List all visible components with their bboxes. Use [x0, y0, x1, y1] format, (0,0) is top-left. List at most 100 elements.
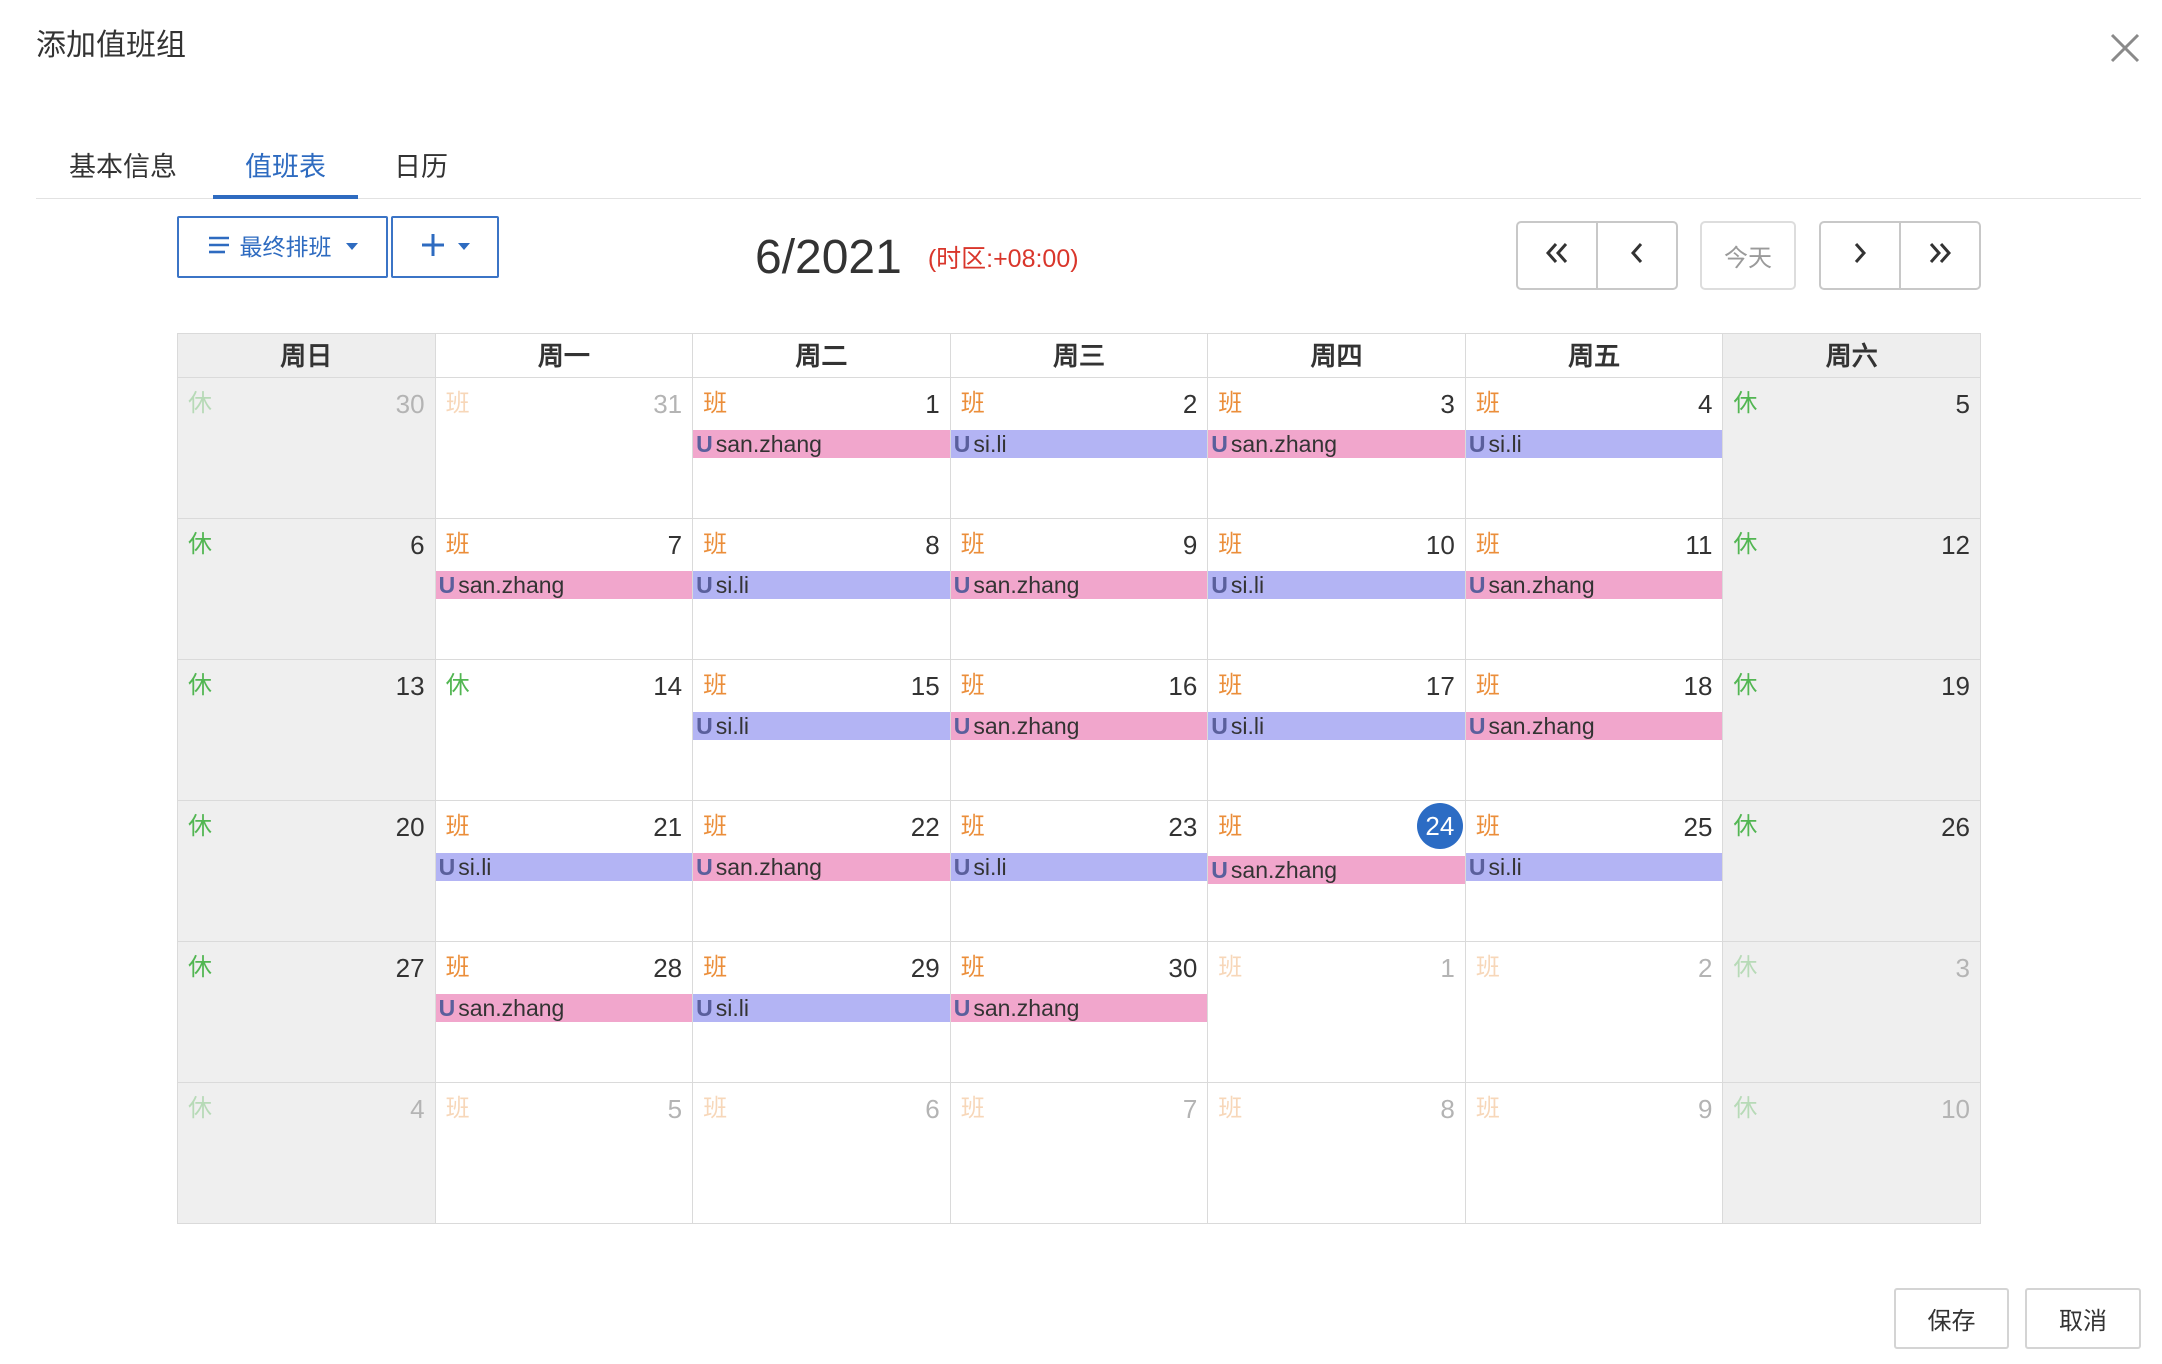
- day-cell[interactable]: 休 10: [1723, 1083, 1981, 1224]
- add-dropdown-button[interactable]: [391, 216, 499, 278]
- shift-event[interactable]: Usan.zhang: [950, 712, 1208, 740]
- day-cell[interactable]: 班 16 Usan.zhang: [950, 660, 1209, 801]
- today-day-number: 24: [1416, 803, 1463, 849]
- shift-event[interactable]: Usan.zhang: [693, 853, 950, 881]
- day-cell[interactable]: 班 29 Usi.li: [693, 942, 951, 1083]
- tab-basic-info[interactable]: 基本信息: [37, 140, 209, 199]
- day-cell[interactable]: 休 19: [1723, 660, 1981, 801]
- day-cell-today[interactable]: 班 24 Usan.zhang: [1208, 801, 1466, 942]
- shift-event[interactable]: Usi.li: [950, 853, 1208, 881]
- user-type-badge: U: [1468, 572, 1486, 598]
- prev-month-button[interactable]: [1596, 223, 1676, 288]
- cancel-button[interactable]: 取消: [2025, 1288, 2141, 1349]
- day-cell[interactable]: 休3: [1723, 942, 1981, 1083]
- day-number: 31: [653, 389, 683, 419]
- day-cell[interactable]: 班 1 Usan.zhang: [693, 378, 951, 519]
- shift-event[interactable]: Usan.zhang: [435, 994, 693, 1022]
- day-cell[interactable]: 班7: [950, 1083, 1209, 1224]
- day-type-tag: 班: [960, 954, 985, 981]
- shift-event[interactable]: Usi.li: [950, 430, 1208, 458]
- day-cell[interactable]: 休5: [1723, 378, 1981, 519]
- day-cell[interactable]: 休 12: [1723, 519, 1981, 660]
- shift-event[interactable]: Usi.li: [1465, 430, 1723, 458]
- day-cell[interactable]: 休 13: [178, 660, 436, 801]
- day-cell[interactable]: 休6: [178, 519, 436, 660]
- day-cell[interactable]: 班5: [435, 1083, 694, 1224]
- day-cell[interactable]: 休 26: [1723, 801, 1981, 942]
- day-cell[interactable]: 班 10 Usi.li: [1208, 519, 1466, 660]
- tab-duty-table[interactable]: 值班表: [213, 140, 358, 199]
- day-cell[interactable]: 休 27: [178, 942, 436, 1083]
- day-number: 16: [1168, 671, 1198, 701]
- shift-event[interactable]: Usi.li: [1208, 571, 1465, 599]
- shift-event[interactable]: Usan.zhang: [1465, 712, 1723, 740]
- day-cell[interactable]: 班 28 Usan.zhang: [435, 942, 694, 1083]
- day-cell[interactable]: 班 21 Usi.li: [435, 801, 694, 942]
- day-cell[interactable]: 班 2 Usi.li: [950, 378, 1209, 519]
- tab-calendar[interactable]: 日历: [362, 140, 480, 199]
- shift-event[interactable]: Usi.li: [693, 994, 950, 1022]
- day-cell[interactable]: 休4: [178, 1083, 436, 1224]
- day-cell[interactable]: 休 14: [435, 660, 694, 801]
- day-cell[interactable]: 班 31: [435, 378, 694, 519]
- day-type-tag: 班: [1218, 813, 1243, 840]
- close-icon[interactable]: [2107, 30, 2143, 66]
- day-cell[interactable]: 班 8 Usi.li: [693, 519, 951, 660]
- day-cell[interactable]: 班 15 Usi.li: [693, 660, 951, 801]
- day-cell[interactable]: 班 4 Usi.li: [1465, 378, 1724, 519]
- day-cell[interactable]: 班 23 Usi.li: [950, 801, 1209, 942]
- shift-event[interactable]: Usan.zhang: [435, 571, 693, 599]
- schedule-view-dropdown[interactable]: 最终排班: [177, 216, 388, 278]
- day-cell[interactable]: 班9: [1465, 1083, 1724, 1224]
- day-cell[interactable]: 班1: [1208, 942, 1466, 1083]
- user-type-badge: U: [438, 854, 456, 880]
- day-cell[interactable]: 班 18 Usan.zhang: [1465, 660, 1724, 801]
- day-cell[interactable]: 班8: [1208, 1083, 1466, 1224]
- shift-event[interactable]: Usan.zhang: [693, 430, 950, 458]
- day-cell[interactable]: 班 9 Usan.zhang: [950, 519, 1209, 660]
- shift-event[interactable]: Usi.li: [435, 853, 693, 881]
- day-cell[interactable]: 班 17 Usi.li: [1208, 660, 1466, 801]
- shift-event[interactable]: Usi.li: [1208, 712, 1465, 740]
- day-number: 1: [925, 389, 940, 419]
- next-month-button[interactable]: [1821, 223, 1899, 288]
- day-type-tag: 班: [1218, 531, 1243, 558]
- day-cell[interactable]: 休 30: [178, 378, 436, 519]
- day-number: 10: [1941, 1094, 1970, 1124]
- shift-event[interactable]: Usan.zhang: [950, 571, 1208, 599]
- month-title: 6/2021: [755, 230, 902, 284]
- double-chevron-right-icon: [1926, 240, 1954, 271]
- shift-event[interactable]: Usi.li: [693, 712, 950, 740]
- day-type-tag: 班: [703, 954, 728, 981]
- prev-year-button[interactable]: [1518, 223, 1596, 288]
- day-cell[interactable]: 班 30 Usan.zhang: [950, 942, 1209, 1083]
- shift-event[interactable]: Usi.li: [693, 571, 950, 599]
- day-number: 13: [395, 671, 425, 701]
- day-cell[interactable]: 班2: [1465, 942, 1724, 1083]
- shift-event[interactable]: Usan.zhang: [1465, 571, 1723, 599]
- day-number: 27: [395, 953, 425, 983]
- shift-event[interactable]: Usan.zhang: [1208, 430, 1465, 458]
- day-number: 28: [653, 953, 683, 983]
- shift-event[interactable]: Usi.li: [1465, 853, 1723, 881]
- shift-event[interactable]: Usan.zhang: [950, 994, 1208, 1022]
- today-button[interactable]: 今天: [1700, 221, 1796, 290]
- shift-event[interactable]: Usan.zhang: [1208, 856, 1465, 884]
- save-button[interactable]: 保存: [1894, 1288, 2009, 1349]
- day-number: 7: [667, 530, 683, 560]
- day-cell[interactable]: 班6: [693, 1083, 951, 1224]
- user-type-badge: U: [696, 572, 713, 598]
- day-cell[interactable]: 班 25 Usi.li: [1465, 801, 1724, 942]
- day-cell[interactable]: 班 11 Usan.zhang: [1465, 519, 1724, 660]
- next-year-button[interactable]: [1899, 223, 1979, 288]
- day-type-tag: 班: [960, 390, 985, 417]
- nav-back-group: [1516, 221, 1678, 290]
- day-type-tag: 休: [188, 813, 212, 840]
- day-cell[interactable]: 班 3 Usan.zhang: [1208, 378, 1466, 519]
- day-cell[interactable]: 班 22 Usan.zhang: [693, 801, 951, 942]
- shift-user-name: san.zhang: [973, 572, 1080, 598]
- day-number: 6: [925, 1094, 940, 1124]
- day-cell[interactable]: 休 20: [178, 801, 436, 942]
- day-type-tag: 班: [445, 954, 470, 981]
- day-cell[interactable]: 班 7 Usan.zhang: [435, 519, 694, 660]
